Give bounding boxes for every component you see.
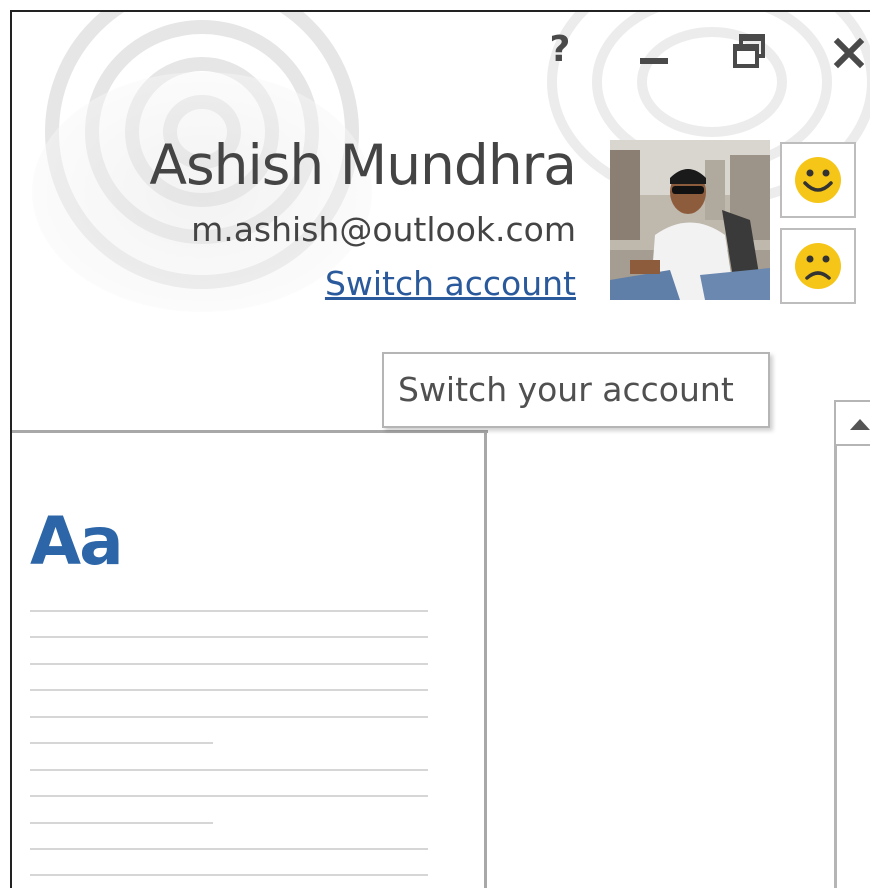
- scroll-up-button[interactable]: [834, 400, 870, 446]
- preview-text-line: [30, 795, 428, 797]
- frown-face-icon: [795, 243, 841, 289]
- restore-icon: [733, 34, 765, 68]
- minimize-button[interactable]: [634, 34, 674, 74]
- scrollbar-track[interactable]: [834, 446, 837, 888]
- pane-divider-vertical: [484, 430, 487, 888]
- preview-text-line: [30, 689, 428, 691]
- smiley-face-icon: [795, 157, 841, 203]
- style-preview-heading[interactable]: Aa: [30, 502, 124, 582]
- account-name: Ashish Mundhra: [149, 133, 577, 197]
- preview-text-line: [30, 636, 428, 638]
- content-pane: [487, 433, 835, 888]
- restore-button[interactable]: [730, 30, 772, 74]
- close-icon: [833, 37, 865, 69]
- preview-text-line: [30, 742, 213, 744]
- preview-text-line: [30, 874, 428, 876]
- profile-photo: [610, 140, 770, 300]
- preview-text-line: [30, 716, 428, 718]
- preview-text-line: [30, 822, 213, 824]
- switch-account-link[interactable]: Switch account: [325, 262, 576, 306]
- preview-text-line: [30, 663, 428, 665]
- office-window: ? Ashish Mundhra m.ashish@outlook.com Sw…: [10, 10, 870, 888]
- preview-text-line: [30, 848, 428, 850]
- question-mark-icon: ?: [549, 29, 571, 70]
- minimize-icon: [640, 58, 668, 64]
- close-button[interactable]: [828, 30, 870, 74]
- preview-text-line: [30, 769, 428, 771]
- account-email: m.ashish@outlook.com: [191, 210, 576, 249]
- switch-account-tooltip: Switch your account: [382, 352, 770, 428]
- send-smile-button[interactable]: [780, 142, 856, 218]
- avatar[interactable]: [610, 140, 770, 300]
- preview-text-line: [30, 610, 428, 612]
- send-frown-button[interactable]: [780, 228, 856, 304]
- triangle-up-icon: [850, 419, 870, 430]
- help-button[interactable]: ?: [542, 28, 578, 72]
